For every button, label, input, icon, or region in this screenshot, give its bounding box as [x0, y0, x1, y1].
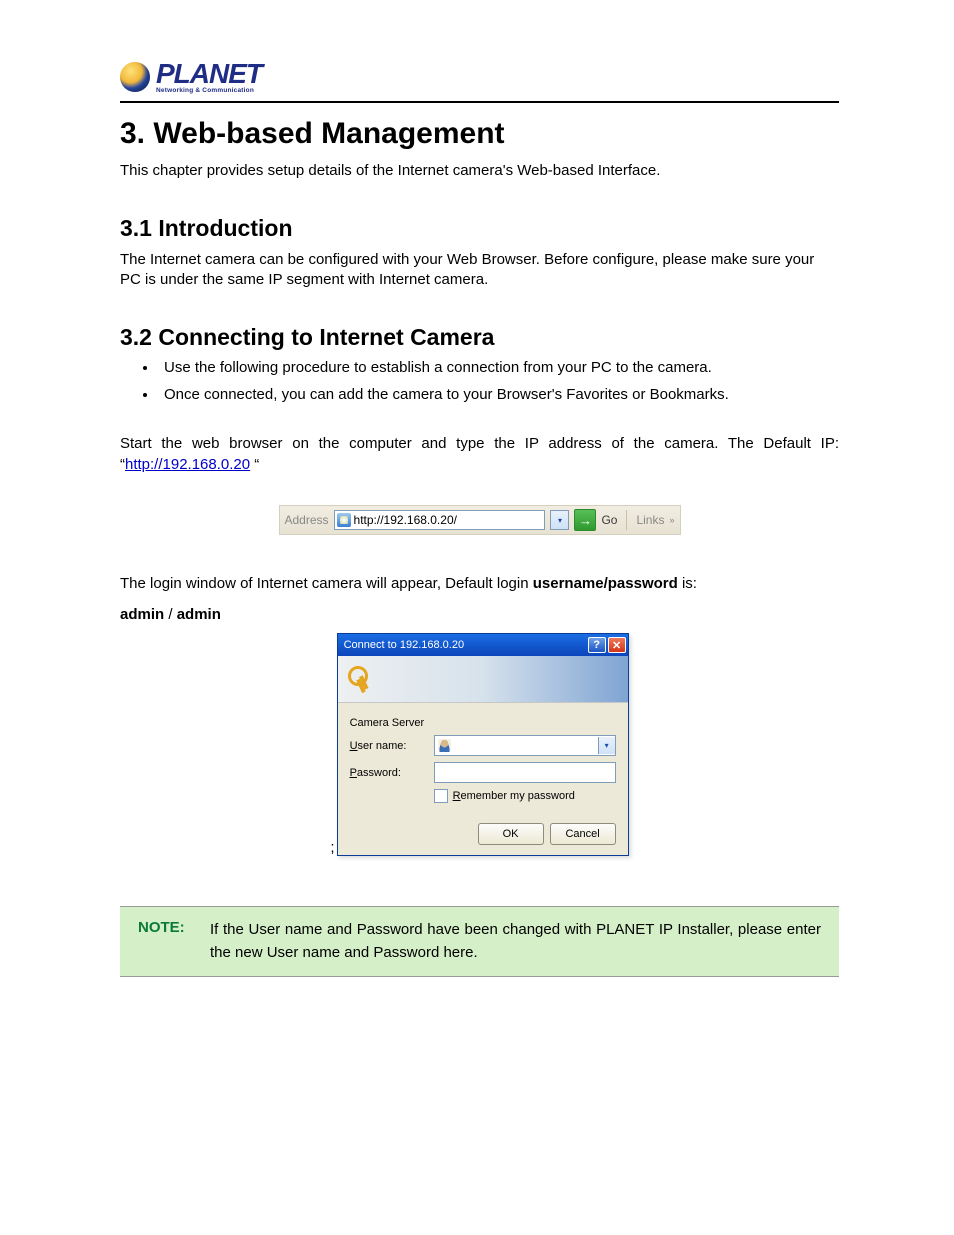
logo-tagline: Networking & Communication [156, 88, 262, 95]
note-label: NOTE: [138, 919, 194, 964]
toolbar-separator [626, 510, 627, 530]
go-button-label: Go [601, 513, 617, 527]
document-page: PLANET Networking & Communication 3. Web… [0, 0, 954, 1037]
chapter-title: 3. Web-based Management [120, 117, 839, 151]
cancel-button[interactable]: Cancel [550, 823, 616, 845]
dialog-banner [338, 656, 628, 703]
address-label: Address [285, 513, 329, 527]
go-button-icon[interactable]: → [574, 509, 596, 531]
remember-label: Remember my password [453, 790, 575, 802]
brand-logo: PLANET Networking & Communication [120, 60, 839, 95]
address-url: http://192.168.0.20/ [354, 513, 457, 527]
remember-checkbox[interactable] [434, 789, 448, 803]
login-intro-suffix: is: [678, 575, 697, 592]
default-credentials: admin / admin [120, 606, 839, 623]
note-container: NOTE: If the User name and Password have… [120, 906, 839, 977]
login-intro-prefix: The login window of Internet camera will… [120, 575, 533, 592]
ok-button[interactable]: OK [478, 823, 544, 845]
start-suffix: “ [250, 456, 259, 473]
password-row: Password: [350, 762, 616, 783]
address-bar: Address http://192.168.0.20/ ▾ → Go Link… [279, 505, 681, 535]
ie-page-icon [337, 513, 351, 527]
note-box: NOTE: If the User name and Password have… [120, 907, 839, 976]
address-dropdown[interactable]: ▾ [550, 510, 569, 530]
chevron-right-icon[interactable]: » [669, 515, 674, 525]
password-label: Password: [350, 767, 434, 779]
cred-slash: / [164, 606, 177, 623]
username-input[interactable]: ▾ [434, 735, 616, 756]
header-rule [120, 101, 839, 103]
person-icon [438, 739, 451, 752]
cred-user: admin [120, 606, 164, 623]
globe-icon [120, 62, 150, 92]
username-dropdown[interactable]: ▾ [598, 737, 615, 754]
cred-pass: admin [177, 606, 221, 623]
address-input[interactable]: http://192.168.0.20/ [334, 510, 546, 530]
login-dialog: Connect to 192.168.0.20 ? ✕ Camera Serve… [337, 633, 629, 856]
username-label: User name: [350, 740, 434, 752]
remember-row: Remember my password [434, 789, 616, 803]
server-row: Camera Server [350, 717, 616, 729]
login-intro: The login window of Internet camera will… [120, 575, 839, 592]
bullet-item: Use the following procedure to establish… [158, 359, 839, 376]
password-input[interactable] [434, 762, 616, 783]
dialog-titlebar: Connect to 192.168.0.20 ? ✕ [338, 634, 628, 656]
section-intro-heading: 3.1 Introduction [120, 215, 839, 242]
note-text: If the User name and Password have been … [210, 919, 821, 964]
close-button[interactable]: ✕ [608, 637, 626, 653]
dialog-body: Camera Server User name: ▾ Password: Rem… [338, 703, 628, 855]
bullet-item: Once connected, you can add the camera t… [158, 386, 839, 403]
start-paragraph: Start the web browser on the computer an… [120, 433, 839, 475]
login-dialog-figure: ; Connect to 192.168.0.20 ? ✕ Camera Ser… [120, 633, 839, 856]
login-intro-bold: username/password [533, 575, 678, 592]
dialog-buttons: OK Cancel [350, 823, 616, 845]
username-row: User name: ▾ [350, 735, 616, 756]
section-intro-body: The Internet camera can be configured wi… [120, 250, 839, 291]
stray-semicolon: ; [330, 839, 334, 856]
logo-brand: PLANET [156, 60, 262, 88]
links-label[interactable]: Links [636, 513, 664, 527]
dialog-title: Connect to 192.168.0.20 [344, 639, 586, 651]
chapter-intro: This chapter provides setup details of t… [120, 161, 839, 181]
help-button[interactable]: ? [588, 637, 606, 653]
connect-bullets: Use the following procedure to establish… [120, 359, 839, 403]
default-ip-link[interactable]: http://192.168.0.20 [125, 456, 250, 473]
address-bar-figure: Address http://192.168.0.20/ ▾ → Go Link… [120, 505, 839, 535]
section-connect-heading: 3.2 Connecting to Internet Camera [120, 324, 839, 351]
server-label: Camera Server [350, 717, 434, 729]
logo-text: PLANET Networking & Communication [156, 60, 262, 95]
keys-icon [344, 664, 374, 694]
